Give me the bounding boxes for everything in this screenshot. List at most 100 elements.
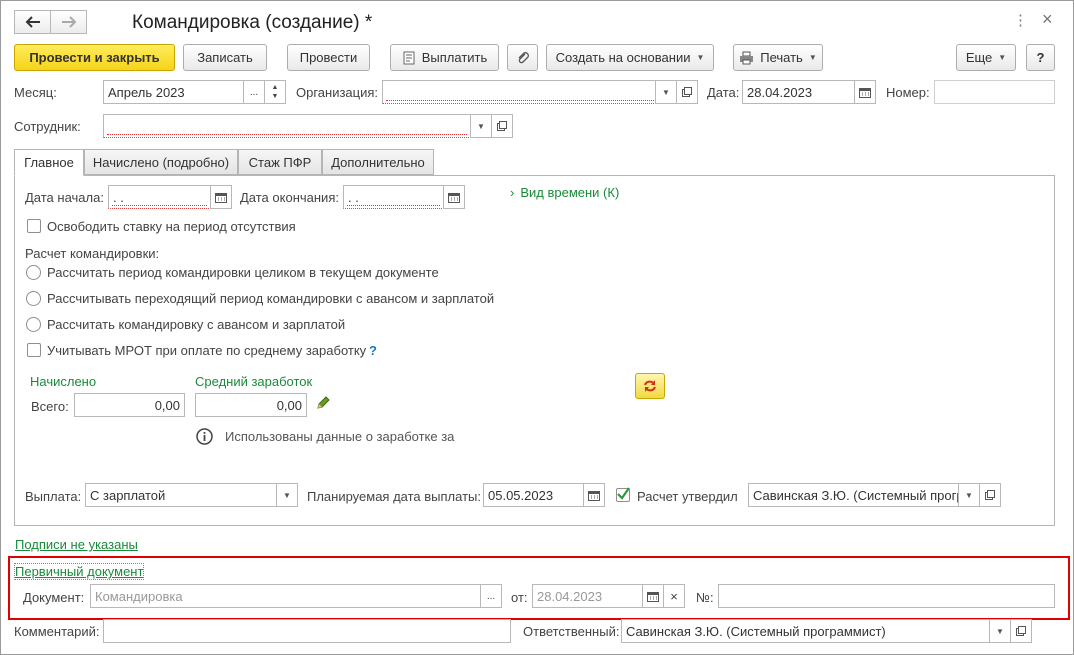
tab-accrued-details[interactable]: Начислено (подробно): [84, 149, 238, 175]
radio-calc-with-advance[interactable]: [26, 317, 41, 332]
arrow-right-icon: [61, 16, 76, 28]
planned-date-field[interactable]: 05.05.2023: [483, 483, 584, 507]
mrot-label: Учитывать МРОТ при оплате по среднему за…: [47, 343, 367, 358]
avg-earnings-heading: Средний заработок: [195, 374, 313, 389]
refresh-button[interactable]: [635, 373, 665, 399]
total-field[interactable]: 0,00: [74, 393, 185, 417]
pay-label: Выплатить: [421, 50, 488, 65]
free-rate-checkbox[interactable]: [27, 219, 41, 233]
comment-field[interactable]: [103, 619, 511, 643]
start-date-label: Дата начала:: [25, 190, 104, 205]
end-date-label: Дата окончания:: [240, 190, 339, 205]
end-date-calendar-button[interactable]: [443, 185, 465, 209]
number-field[interactable]: [934, 80, 1055, 104]
document-field[interactable]: Командировка: [90, 584, 481, 608]
month-field[interactable]: Апрель 2023: [103, 80, 265, 104]
post-and-close-button[interactable]: Провести и закрыть: [14, 44, 175, 71]
chevron-down-icon: ▼: [662, 87, 670, 97]
start-date-value: . .: [113, 189, 124, 205]
employee-open-button[interactable]: [491, 114, 513, 138]
calendar-icon: [859, 87, 871, 98]
signatures-link[interactable]: Подписи не указаны: [15, 537, 138, 552]
employee-field[interactable]: [103, 114, 471, 138]
document-label: Документ:: [23, 590, 85, 605]
comment-label: Комментарий:: [14, 624, 100, 639]
tab-main[interactable]: Главное: [14, 149, 84, 176]
refresh-icon: [644, 380, 656, 392]
organization-dropdown-button[interactable]: ▼: [655, 80, 677, 104]
clear-date-icon[interactable]: ×: [663, 584, 685, 608]
time-type-link[interactable]: › Вид времени (К): [510, 185, 619, 200]
planned-date-label: Планируемая дата выплаты:: [307, 489, 481, 504]
month-stepper[interactable]: ▲ ▼: [264, 80, 286, 104]
help-button[interactable]: ?: [1026, 44, 1055, 71]
from-date-calendar-button[interactable]: [642, 584, 664, 608]
earnings-info-text: Использованы данные о заработке за: [225, 429, 455, 444]
document-placeholder: Командировка: [95, 588, 183, 604]
tab-pension-service[interactable]: Стаж ПФР: [238, 149, 322, 175]
date-value: 28.04.2023: [747, 84, 813, 100]
back-button[interactable]: [14, 10, 51, 34]
more-icon[interactable]: ⋮: [1013, 11, 1028, 29]
date-field[interactable]: 28.04.2023: [742, 80, 855, 104]
approved-by-open-button[interactable]: [979, 483, 1001, 507]
radio-calc-transitional-label: Рассчитывать переходящий период командир…: [47, 291, 495, 306]
edit-pencil-icon[interactable]: [316, 395, 331, 413]
organization-field[interactable]: [382, 80, 658, 104]
post-button[interactable]: Провести: [287, 44, 370, 71]
number-label: Номер:: [886, 85, 930, 100]
end-date-field[interactable]: . .: [343, 185, 444, 209]
from-label: от:: [511, 590, 528, 605]
chevron-down-icon: ▼: [965, 490, 973, 500]
checkmark-icon: [617, 487, 630, 500]
date-calendar-button[interactable]: [854, 80, 876, 104]
end-date-value: . .: [348, 189, 359, 205]
responsible-open-button[interactable]: [1010, 619, 1032, 643]
responsible-dropdown-button[interactable]: ▼: [989, 619, 1011, 643]
calendar-icon: [215, 192, 227, 203]
save-button[interactable]: Записать: [183, 44, 267, 71]
mrot-checkbox[interactable]: [27, 343, 41, 357]
stepper-down-icon[interactable]: ▼: [272, 92, 279, 101]
chevron-down-icon: ▼: [477, 121, 485, 131]
create-based-on-button[interactable]: Создать на основании ▼: [546, 44, 714, 71]
more-button[interactable]: Еще ▼: [956, 44, 1016, 71]
paperclip-icon: [518, 51, 529, 63]
approved-by-dropdown-button[interactable]: ▼: [958, 483, 980, 507]
pay-button[interactable]: Выплатить: [390, 44, 499, 71]
planned-date-calendar-button[interactable]: [583, 483, 605, 507]
more-label: Еще: [965, 50, 993, 65]
close-icon[interactable]: ×: [1042, 9, 1053, 30]
responsible-field[interactable]: Савинская З.Ю. (Системный программист): [621, 619, 991, 643]
document-number-field[interactable]: [718, 584, 1055, 608]
responsible-label: Ответственный:: [523, 624, 620, 639]
organization-open-button[interactable]: [676, 80, 698, 104]
payout-label: Выплата:: [25, 489, 82, 504]
radio-calc-transitional[interactable]: [26, 291, 41, 306]
calc-label: Расчет командировки:: [25, 246, 160, 261]
document-select-button[interactable]: ...: [480, 584, 502, 608]
payout-dropdown-button[interactable]: ▼: [276, 483, 298, 507]
employee-dropdown-button[interactable]: ▼: [470, 114, 492, 138]
approved-checkbox[interactable]: [616, 487, 630, 502]
print-button[interactable]: Печать ▼: [733, 44, 823, 71]
start-date-calendar-button[interactable]: [210, 185, 232, 209]
tab-additional[interactable]: Дополнительно: [322, 149, 434, 175]
free-rate-label: Освободить ставку на период отсутствия: [47, 219, 296, 234]
attach-button[interactable]: [507, 44, 538, 71]
mrot-help-icon[interactable]: ?: [369, 343, 377, 358]
open-form-icon: [497, 121, 507, 131]
window-title: Командировка (создание) *: [132, 12, 373, 33]
approved-by-field[interactable]: Савинская З.Ю. (Системный прогр: [748, 483, 959, 507]
from-date-field[interactable]: 28.04.2023: [532, 584, 643, 608]
payout-field[interactable]: С зарплатой: [85, 483, 277, 507]
stepper-up-icon[interactable]: ▲: [272, 83, 279, 92]
month-label: Месяц:: [14, 85, 57, 100]
start-date-field[interactable]: . .: [108, 185, 211, 209]
radio-calc-whole[interactable]: [26, 265, 41, 280]
forward-button[interactable]: [50, 10, 87, 34]
avg-earnings-field[interactable]: 0,00: [195, 393, 307, 417]
primary-document-link[interactable]: Первичный документ: [13, 563, 145, 580]
month-select-button[interactable]: ...: [243, 80, 265, 104]
accrued-heading: Начислено: [30, 374, 97, 389]
